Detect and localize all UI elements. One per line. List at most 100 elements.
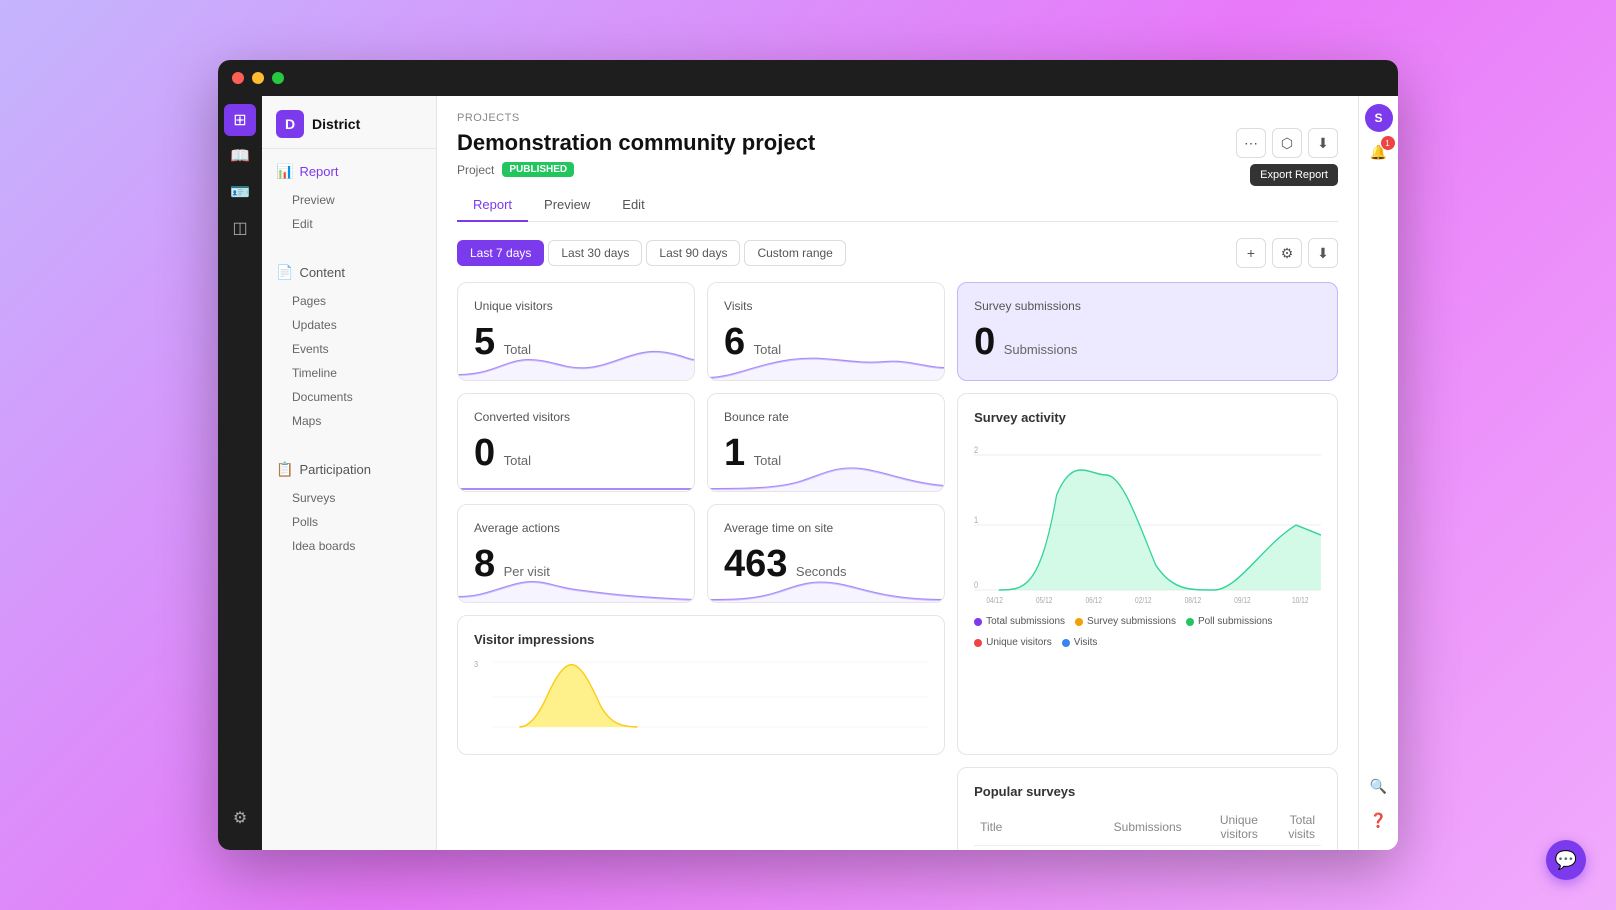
survey-activity-title: Survey activity	[974, 410, 1321, 425]
sidebar-icon-layers[interactable]: ◫	[224, 212, 256, 244]
legend-dot-unique	[974, 639, 982, 647]
sidebar-item-documents[interactable]: Documents	[262, 385, 436, 409]
close-button[interactable]	[232, 72, 244, 84]
legend-label-survey: Survey submissions	[1087, 616, 1176, 627]
converted-visitors-chart	[458, 451, 694, 491]
sidebar-item-preview[interactable]: Preview	[262, 188, 436, 212]
filter-30days[interactable]: Last 30 days	[548, 240, 642, 266]
right-bar: S 🔔 1 🔍 ❓	[1358, 96, 1398, 850]
nav-logo-letter: D	[285, 116, 295, 132]
minimize-button[interactable]	[252, 72, 264, 84]
survey-submissions-unit: Submissions	[1004, 342, 1078, 357]
sidebar-item-events[interactable]: Events	[262, 337, 436, 361]
average-actions-chart	[458, 562, 694, 602]
table-row: Initial thoughts on the proposal 5 0 0	[974, 846, 1321, 851]
sidebar-item-polls[interactable]: Polls	[262, 510, 436, 534]
participation-subsection: Surveys Polls Idea boards	[262, 484, 436, 564]
help-button[interactable]: ❓	[1365, 806, 1393, 834]
filter-custom[interactable]: Custom range	[744, 240, 845, 266]
survey-activity-chart: 2 1 0 04/12 05/12 06/12 02/12 08/12	[974, 435, 1321, 605]
svg-text:06/12: 06/12	[1086, 595, 1103, 605]
tab-edit[interactable]: Edit	[606, 189, 660, 222]
legend-unique-visitors: Unique visitors	[974, 637, 1052, 648]
icon-sidebar-bottom: ⚙	[224, 802, 256, 842]
search-button[interactable]: 🔍	[1365, 772, 1393, 800]
app-window: ⊞ 📖 🪪 ◫ ⚙ D District 📊 Report	[218, 60, 1398, 850]
visitor-impressions-title: Visitor impressions	[474, 632, 928, 647]
filter-90days[interactable]: Last 90 days	[646, 240, 740, 266]
svg-text:10/12: 10/12	[1292, 595, 1309, 605]
content-icon: 📄	[276, 264, 293, 281]
sidebar-item-maps[interactable]: Maps	[262, 409, 436, 433]
average-time-title: Average time on site	[724, 521, 928, 535]
sidebar-item-participation[interactable]: 📋 Participation	[262, 455, 436, 484]
left-nav: D District 📊 Report Preview Edit 📄 Conte…	[262, 96, 437, 850]
download-button[interactable]: ⬇	[1308, 238, 1338, 268]
export-button[interactable]: ⬇	[1308, 128, 1338, 158]
survey-unique-cell: 0	[1188, 846, 1264, 851]
right-bar-top: S 🔔 1	[1365, 104, 1393, 766]
average-time-card: Average time on site 463 Seconds	[707, 504, 945, 603]
tab-preview[interactable]: Preview	[528, 189, 606, 222]
sidebar-item-idea-boards[interactable]: Idea boards	[262, 534, 436, 558]
sidebar-icon-book[interactable]: 📖	[224, 140, 256, 172]
legend-dot-total	[974, 618, 982, 626]
svg-text:02/12: 02/12	[1135, 595, 1152, 605]
sidebar-item-updates[interactable]: Updates	[262, 313, 436, 337]
main-layout: ⊞ 📖 🪪 ◫ ⚙ D District 📊 Report	[218, 96, 1398, 850]
survey-total-cell: 0	[1264, 846, 1321, 851]
sidebar-icon-home[interactable]: ⊞	[224, 104, 256, 136]
participation-icon: 📋	[276, 461, 293, 478]
chat-fab[interactable]: 💬	[1546, 840, 1586, 880]
icon-sidebar: ⊞ 📖 🪪 ◫ ⚙	[218, 96, 262, 850]
right-bar-bottom: 🔍 ❓	[1365, 772, 1393, 842]
legend-label-unique: Unique visitors	[986, 637, 1052, 648]
header-actions: ⋯ ⬡ ⬇ Export Report	[1236, 128, 1338, 158]
popular-surveys-card: Popular surveys Title Submissions Unique…	[957, 767, 1338, 850]
survey-activity-card: Survey activity 2 1 0	[957, 393, 1338, 755]
svg-text:2: 2	[974, 445, 979, 455]
settings-filter-button[interactable]: ⚙	[1272, 238, 1302, 268]
unique-visitors-card: Unique visitors 5 Total	[457, 282, 695, 381]
svg-text:1: 1	[974, 515, 979, 525]
titlebar	[218, 60, 1398, 96]
maximize-button[interactable]	[272, 72, 284, 84]
average-actions-title: Average actions	[474, 521, 678, 535]
tabs-row: Report Preview Edit	[457, 189, 1338, 222]
col-title: Title	[974, 809, 1108, 846]
icon-sidebar-top: ⊞ 📖 🪪 ◫	[224, 104, 256, 798]
nav-section-participation: 📋 Participation Surveys Polls Idea board…	[262, 447, 436, 572]
notification-button[interactable]: 🔔 1	[1365, 138, 1393, 166]
col-submissions: Submissions	[1108, 809, 1188, 846]
sidebar-item-content[interactable]: 📄 Content	[262, 258, 436, 287]
avatar[interactable]: S	[1365, 104, 1393, 132]
preview-toggle-button[interactable]: ⬡	[1272, 128, 1302, 158]
visitor-impressions-card: Visitor impressions 3	[457, 615, 945, 755]
left-nav-header: D District	[262, 96, 436, 149]
stats-grid: Unique visitors 5 Total Visits 6 Total	[457, 282, 1338, 850]
tab-report[interactable]: Report	[457, 189, 528, 222]
survey-submissions-value: 0	[974, 321, 995, 363]
sub-title-row: Project PUBLISHED	[457, 162, 1338, 177]
report-icon: 📊	[276, 163, 293, 180]
nav-section-report: 📊 Report Preview Edit	[262, 149, 436, 250]
sidebar-item-timeline[interactable]: Timeline	[262, 361, 436, 385]
bounce-rate-title: Bounce rate	[724, 410, 928, 424]
visits-title: Visits	[724, 299, 928, 313]
sidebar-item-report[interactable]: 📊 Report	[262, 157, 436, 186]
nav-section-content: 📄 Content Pages Updates Events Timeline …	[262, 250, 436, 447]
col-total-visits: Total visits	[1264, 809, 1321, 846]
sidebar-item-edit[interactable]: Edit	[262, 212, 436, 236]
survey-title-cell: Initial thoughts on the proposal	[974, 846, 1108, 851]
sidebar-item-surveys[interactable]: Surveys	[262, 486, 436, 510]
nav-brand: District	[312, 116, 360, 132]
more-options-button[interactable]: ⋯	[1236, 128, 1266, 158]
sidebar-icon-settings[interactable]: ⚙	[224, 802, 256, 834]
svg-text:08/12: 08/12	[1185, 595, 1202, 605]
filter-7days[interactable]: Last 7 days	[457, 240, 544, 266]
sidebar-item-pages[interactable]: Pages	[262, 289, 436, 313]
published-badge: PUBLISHED	[502, 162, 574, 177]
export-tooltip: Export Report	[1250, 164, 1338, 186]
add-button[interactable]: +	[1236, 238, 1266, 268]
sidebar-icon-id[interactable]: 🪪	[224, 176, 256, 208]
